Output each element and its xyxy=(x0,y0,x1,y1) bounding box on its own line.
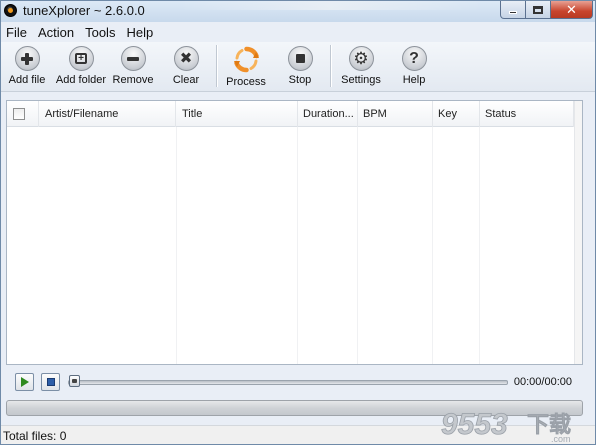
status-total-files: Total files: 0 xyxy=(3,429,67,443)
menu-file[interactable]: File xyxy=(6,25,27,40)
process-icon xyxy=(233,46,260,73)
clear-label: Clear xyxy=(172,74,200,86)
clear-button[interactable]: ✖ Clear xyxy=(160,46,212,86)
toolbar: Add file + Add folder Remove ✖ Clear Pro… xyxy=(1,42,595,92)
close-icon: ✕ xyxy=(566,2,577,17)
list-header: Artist/Filename Title Duration... BPM Ke… xyxy=(7,101,582,127)
menu-action[interactable]: Action xyxy=(38,25,74,40)
column-title[interactable]: Title xyxy=(177,101,298,127)
time-display: 00:00/00:00 xyxy=(513,376,572,388)
column-divider xyxy=(176,127,177,364)
window-title: tuneXplorer ~ 2.6.0.0 xyxy=(23,3,145,18)
add-folder-button[interactable]: + Add folder xyxy=(53,46,109,86)
seek-slider-thumb[interactable] xyxy=(69,375,80,387)
help-icon: ? xyxy=(401,46,427,71)
select-all-column xyxy=(7,101,39,127)
column-divider xyxy=(357,127,358,364)
column-divider xyxy=(432,127,433,364)
add-file-label: Add file xyxy=(8,74,46,86)
background-window-ghost xyxy=(181,1,481,10)
stop-label: Stop xyxy=(288,74,312,86)
seek-track[interactable] xyxy=(68,380,508,385)
column-status[interactable]: Status xyxy=(480,101,574,127)
gear-icon: ⚙ xyxy=(348,46,374,71)
remove-label: Remove xyxy=(112,74,154,86)
add-folder-icon: + xyxy=(68,46,94,71)
add-file-button[interactable]: Add file xyxy=(1,46,53,86)
menu-bar: File Action Tools Help xyxy=(1,22,595,42)
app-window: tuneXplorer ~ 2.6.0.0 ✕ File Action Tool… xyxy=(0,0,596,445)
minimize-button[interactable] xyxy=(500,1,526,19)
add-icon xyxy=(14,46,40,71)
play-button[interactable] xyxy=(15,373,34,391)
title-bar[interactable]: tuneXplorer ~ 2.6.0.0 ✕ xyxy=(1,1,595,22)
maximize-icon xyxy=(533,5,543,14)
column-bpm[interactable]: BPM xyxy=(358,101,433,127)
list-scrollbar[interactable] xyxy=(574,101,582,364)
remove-button[interactable]: Remove xyxy=(107,46,159,86)
settings-label: Settings xyxy=(341,74,381,86)
add-folder-label: Add folder xyxy=(55,74,107,86)
settings-button[interactable]: ⚙ Settings xyxy=(335,46,387,86)
column-duration[interactable]: Duration... xyxy=(298,101,358,127)
help-button[interactable]: ? Help xyxy=(388,46,440,86)
toolbar-separator xyxy=(216,45,217,87)
stop-icon xyxy=(287,46,313,71)
play-icon xyxy=(20,377,29,387)
menu-tools[interactable]: Tools xyxy=(85,25,115,40)
close-button[interactable]: ✕ xyxy=(551,1,593,19)
column-key[interactable]: Key xyxy=(433,101,480,127)
progress-bar xyxy=(6,400,583,416)
menu-help[interactable]: Help xyxy=(126,25,153,40)
app-logo-icon xyxy=(4,4,17,17)
file-list[interactable]: Artist/Filename Title Duration... BPM Ke… xyxy=(6,100,583,365)
column-divider xyxy=(479,127,480,364)
help-label: Help xyxy=(402,74,426,86)
column-artist-filename[interactable]: Artist/Filename xyxy=(40,101,176,127)
stop-icon xyxy=(46,378,55,386)
process-button[interactable]: Process xyxy=(220,46,272,88)
player-bar: 00:00/00:00 xyxy=(6,370,583,395)
maximize-button[interactable] xyxy=(526,1,551,19)
select-all-checkbox[interactable] xyxy=(13,108,25,120)
stop-button[interactable]: Stop xyxy=(274,46,326,86)
minimize-icon xyxy=(509,11,517,14)
player-stop-button[interactable] xyxy=(41,373,60,391)
process-label: Process xyxy=(226,76,266,88)
clear-icon: ✖ xyxy=(173,46,199,71)
status-bar: Total files: 0 xyxy=(1,425,595,444)
remove-icon xyxy=(120,46,146,71)
column-divider xyxy=(297,127,298,364)
toolbar-separator xyxy=(330,45,331,87)
